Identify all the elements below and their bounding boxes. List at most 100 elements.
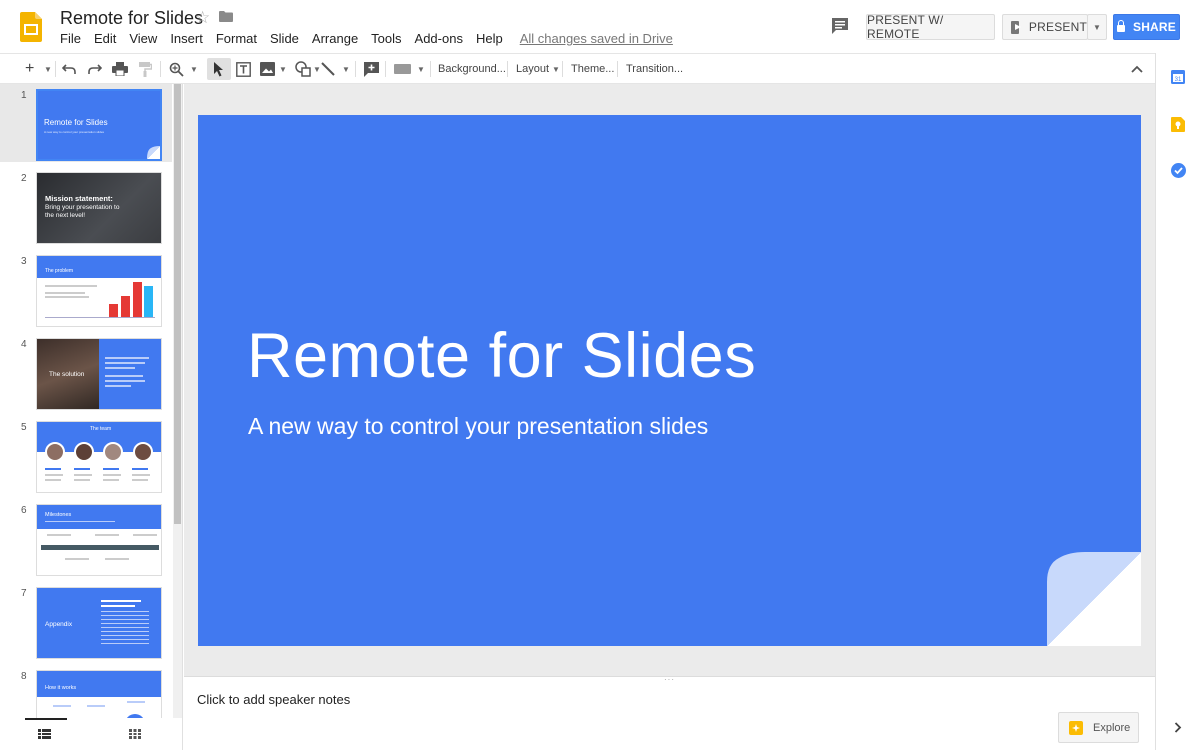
- star-icon[interactable]: ☆: [195, 8, 210, 28]
- timeline-bar: [41, 545, 159, 550]
- current-slide[interactable]: Remote for Slides A new way to control y…: [198, 115, 1141, 646]
- calendar-icon[interactable]: 31: [1171, 70, 1185, 84]
- team-avatar: [133, 442, 153, 462]
- present-options-dropdown[interactable]: ▼: [1087, 14, 1107, 40]
- filmstrip-scrollbar[interactable]: [173, 84, 182, 718]
- image-dropdown[interactable]: ▼: [279, 58, 287, 80]
- slide-thumbnail-row[interactable]: 4 The solution: [0, 333, 172, 411]
- thumbnail-text-line: [101, 605, 135, 607]
- present-with-remote-button[interactable]: PRESENT W/ REMOTE: [866, 13, 995, 41]
- speaker-notes-panel[interactable]: Click to add speaker notes Explore: [184, 680, 1155, 750]
- add-comment-icon[interactable]: [364, 62, 379, 77]
- keep-icon[interactable]: [1171, 117, 1185, 132]
- app-header: Remote for Slides ☆ File Edit View Inser…: [0, 0, 1200, 53]
- save-status-link[interactable]: All changes saved in Drive: [520, 31, 673, 46]
- chevron-right-icon[interactable]: [1174, 722, 1182, 733]
- slide-thumbnail[interactable]: The solution: [36, 338, 162, 410]
- theme-button[interactable]: Theme...: [571, 58, 614, 80]
- slide-number: 4: [21, 339, 27, 350]
- menu-help[interactable]: Help: [476, 31, 503, 46]
- image-icon[interactable]: [260, 62, 275, 76]
- chart-bar: [133, 282, 142, 317]
- input-tools-dropdown[interactable]: ▼: [417, 58, 425, 80]
- new-slide-icon[interactable]: +: [25, 58, 34, 80]
- filmstrip-scrollbar-thumb[interactable]: [174, 84, 181, 524]
- slide-thumbnail-row[interactable]: 3 The problem: [0, 250, 172, 328]
- thumbnail-text-line: [105, 385, 131, 387]
- thumbnail-text-line: [101, 600, 141, 602]
- slide-number: 3: [21, 256, 27, 267]
- slide-thumbnail-row[interactable]: 7 Appendix: [0, 582, 172, 660]
- thumbnail-text-line: [45, 296, 89, 298]
- chart-bar: [109, 304, 118, 317]
- menu-file[interactable]: File: [60, 31, 81, 46]
- slide-thumbnail-row[interactable]: 5 The team: [0, 416, 172, 494]
- line-icon[interactable]: [321, 62, 335, 76]
- slide-thumbnail[interactable]: Mission statement: Bring your presentati…: [36, 172, 162, 244]
- layout-button-label: Layout: [516, 63, 550, 75]
- filmstrip-view-icon[interactable]: [38, 729, 51, 739]
- shape-icon[interactable]: [295, 61, 311, 77]
- collapse-toolbar-icon[interactable]: [1131, 65, 1143, 73]
- slide-thumbnail[interactable]: Appendix: [36, 587, 162, 659]
- chart-bar: [121, 296, 130, 317]
- thumbnail-text-line: [95, 534, 119, 536]
- thumbnail-title: The problem: [45, 268, 74, 274]
- zoom-dropdown[interactable]: ▼: [190, 58, 198, 80]
- slides-logo-icon[interactable]: [20, 12, 42, 42]
- menu-slide[interactable]: Slide: [270, 31, 299, 46]
- slide-thumbnail-row[interactable]: 8 How it works: [0, 665, 172, 718]
- share-button-label: SHARE: [1132, 20, 1176, 34]
- explore-icon: [1069, 720, 1083, 735]
- slide-canvas-area: Remote for Slides A new way to control y…: [184, 84, 1155, 677]
- document-title[interactable]: Remote for Slides: [60, 8, 203, 29]
- background-button[interactable]: Background...: [438, 58, 506, 80]
- shape-dropdown[interactable]: ▼: [313, 58, 321, 80]
- folder-icon[interactable]: [219, 11, 233, 22]
- menu-addons[interactable]: Add-ons: [415, 31, 463, 46]
- thumbnail-title: How it works: [45, 685, 77, 691]
- slide-thumbnail-row[interactable]: 1 Remote for Slides A new way to control…: [0, 84, 172, 162]
- slide-title[interactable]: Remote for Slides: [247, 320, 756, 392]
- print-icon[interactable]: [112, 62, 128, 76]
- menu-arrange[interactable]: Arrange: [312, 31, 358, 46]
- sparkle-icon: [1072, 723, 1080, 732]
- share-button[interactable]: SHARE: [1113, 14, 1180, 40]
- slide-thumbnail[interactable]: Milestones: [36, 504, 162, 576]
- thumbnail-title: Remote for Slides: [44, 118, 108, 127]
- tasks-icon[interactable]: [1171, 163, 1186, 178]
- slide-thumbnail-row[interactable]: 6 Milestones: [0, 499, 172, 577]
- thumbnail-header-band: [37, 256, 161, 278]
- menu-view[interactable]: View: [129, 31, 157, 46]
- menu-edit[interactable]: Edit: [94, 31, 116, 46]
- text-box-icon[interactable]: [236, 62, 251, 77]
- paint-format-icon[interactable]: [139, 62, 152, 77]
- explore-button[interactable]: Explore: [1058, 712, 1139, 743]
- zoom-icon[interactable]: [169, 62, 184, 77]
- thumbnail-text-line: [45, 285, 97, 287]
- present-button[interactable]: PRESENT: [1002, 14, 1088, 40]
- layout-button[interactable]: Layout ▼: [516, 58, 560, 80]
- slide-thumbnail-row[interactable]: 2 Mission statement: Bring your presenta…: [0, 167, 172, 245]
- new-slide-layout-dropdown[interactable]: ▼: [44, 58, 52, 80]
- thumbnail-title: Milestones: [45, 512, 72, 518]
- thumbnail-text-line: [45, 521, 115, 522]
- menu-insert[interactable]: Insert: [170, 31, 203, 46]
- slide-subtitle[interactable]: A new way to control your presentation s…: [248, 413, 708, 440]
- slide-thumbnail[interactable]: Remote for Slides A new way to control y…: [36, 89, 162, 161]
- slide-thumbnail[interactable]: The team: [36, 421, 162, 493]
- redo-icon[interactable]: [87, 63, 102, 75]
- menu-tools[interactable]: Tools: [371, 31, 401, 46]
- comments-icon[interactable]: [831, 17, 849, 34]
- keyboard-icon[interactable]: [394, 64, 411, 74]
- chart-axis: [45, 317, 155, 318]
- transition-button[interactable]: Transition...: [626, 58, 683, 80]
- slide-thumbnail[interactable]: How it works: [36, 670, 162, 718]
- menu-format[interactable]: Format: [216, 31, 257, 46]
- slide-thumbnail[interactable]: The problem: [36, 255, 162, 327]
- line-dropdown[interactable]: ▼: [342, 58, 350, 80]
- speaker-notes-placeholder[interactable]: Click to add speaker notes: [197, 692, 350, 707]
- grid-view-icon[interactable]: [129, 729, 141, 739]
- undo-icon[interactable]: [62, 63, 77, 75]
- slide-number: 6: [21, 505, 27, 516]
